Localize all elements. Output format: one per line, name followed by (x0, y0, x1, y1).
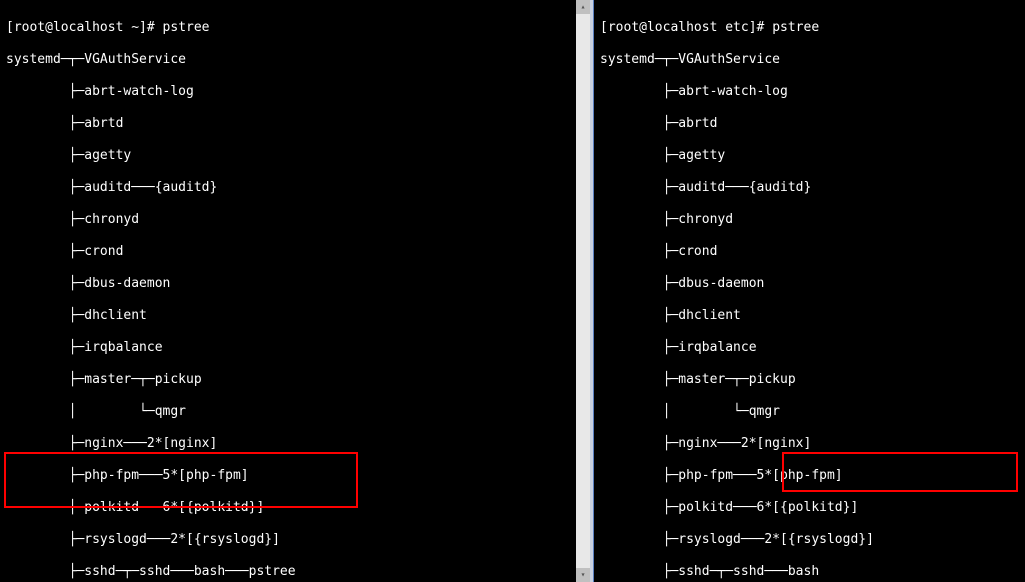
pstree-line: ├─sshd─┬─sshd───bash───pstree (6, 564, 584, 580)
pstree-line: systemd─┬─VGAuthService (6, 52, 584, 68)
terminal-right[interactable]: [root@localhost etc]# pstree systemd─┬─V… (593, 0, 1025, 582)
pstree-line: ├─nginx───2*[nginx] (600, 436, 1019, 452)
pstree-line: ├─dhclient (600, 308, 1019, 324)
pstree-line: ├─dbus-daemon (600, 276, 1019, 292)
cmd-line: [root@localhost etc]# pstree (600, 20, 1019, 36)
pstree-line: ├─crond (6, 244, 584, 260)
pstree-line: │ └─qmgr (600, 404, 1019, 420)
pstree-line: ├─dbus-daemon (6, 276, 584, 292)
pstree-line: ├─rsyslogd───2*[{rsyslogd}] (600, 532, 1019, 548)
pstree-line: ├─php-fpm───5*[php-fpm] (600, 468, 1019, 484)
pstree-line: ├─auditd───{auditd} (600, 180, 1019, 196)
terminal-right-content: [root@localhost etc]# pstree systemd─┬─V… (594, 0, 1025, 582)
pstree-line: ├─crond (600, 244, 1019, 260)
cmd-line: [root@localhost ~]# pstree (6, 20, 584, 36)
pstree-line: ├─irqbalance (600, 340, 1019, 356)
pstree-line: ├─dhclient (6, 308, 584, 324)
pstree-line: ├─abrtd (6, 116, 584, 132)
pstree-line: ├─abrt-watch-log (600, 84, 1019, 100)
pstree-line: ├─sshd─┬─sshd───bash (600, 564, 1019, 580)
pstree-line: ├─agetty (6, 148, 584, 164)
pstree-line: ├─polkitd───6*[{polkitd}] (600, 500, 1019, 516)
terminal-left[interactable]: [root@localhost ~]# pstree systemd─┬─VGA… (0, 0, 593, 582)
pstree-line: ├─agetty (600, 148, 1019, 164)
pstree-line: ├─polkitd───6*[{polkitd}] (6, 500, 584, 516)
pstree-line: ├─chronyd (600, 212, 1019, 228)
prompt: [root@localhost etc]# (600, 20, 772, 35)
pstree-line: ├─master─┬─pickup (6, 372, 584, 388)
pstree-line: ├─irqbalance (6, 340, 584, 356)
pstree-line: ├─abrt-watch-log (6, 84, 584, 100)
prompt: [root@localhost ~]# (6, 20, 163, 35)
pstree-line: ├─php-fpm───5*[php-fpm] (6, 468, 584, 484)
command-text: pstree (163, 20, 210, 35)
scroll-up-icon[interactable]: ▴ (576, 0, 590, 14)
terminal-left-content: [root@localhost ~]# pstree systemd─┬─VGA… (0, 0, 590, 582)
command-text: pstree (772, 20, 819, 35)
pstree-line: ├─chronyd (6, 212, 584, 228)
pstree-line: │ └─qmgr (6, 404, 584, 420)
split-view: [root@localhost ~]# pstree systemd─┬─VGA… (0, 0, 1025, 582)
pstree-line: ├─rsyslogd───2*[{rsyslogd}] (6, 532, 584, 548)
scrollbar-left[interactable]: ▴ ▾ (576, 0, 590, 582)
pstree-line: ├─nginx───2*[nginx] (6, 436, 584, 452)
pstree-line: ├─auditd───{auditd} (6, 180, 584, 196)
pstree-line: ├─master─┬─pickup (600, 372, 1019, 388)
pstree-line: systemd─┬─VGAuthService (600, 52, 1019, 68)
pstree-line: ├─abrtd (600, 116, 1019, 132)
scroll-down-icon[interactable]: ▾ (576, 568, 590, 582)
